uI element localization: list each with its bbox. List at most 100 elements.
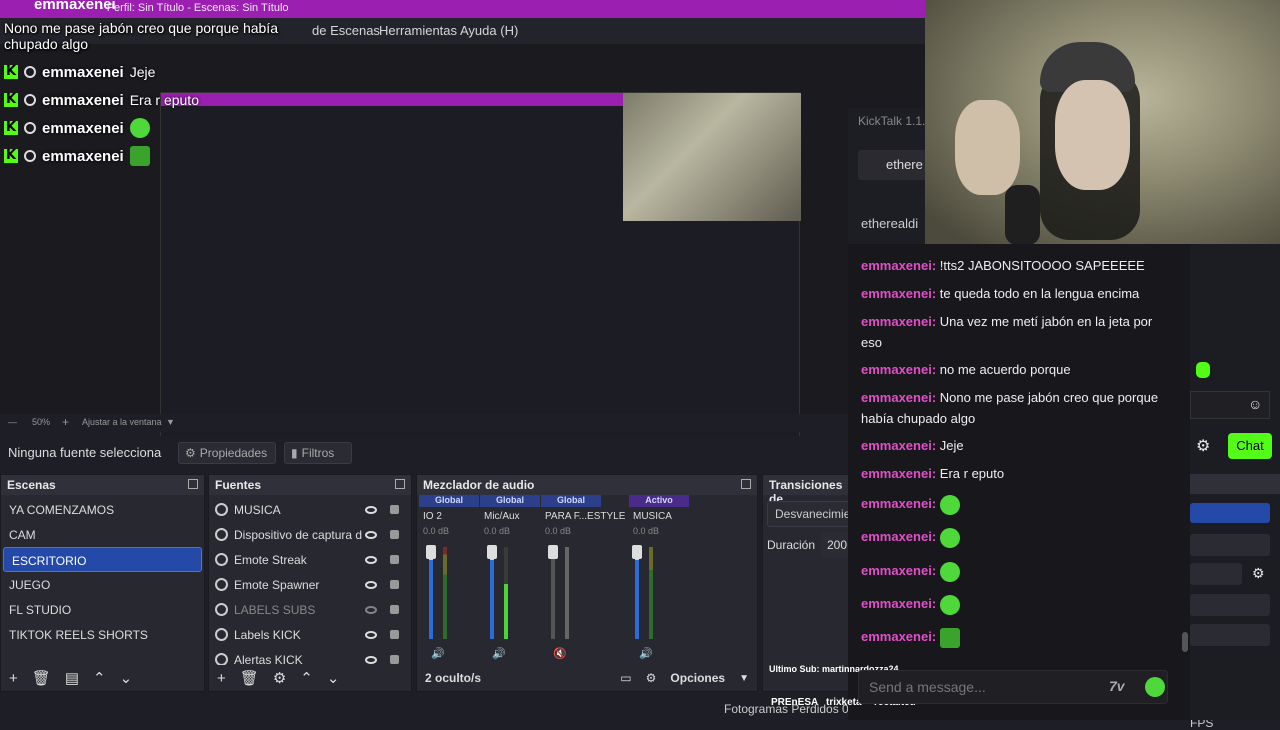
chat-username[interactable]: emmaxenei:: [861, 529, 936, 544]
up-arrow-icon[interactable]: ⌃: [93, 669, 106, 687]
gear-icon[interactable]: ⚙: [1252, 565, 1265, 582]
chat-scrollbar[interactable]: [1182, 632, 1188, 652]
transition-select[interactable]: Desvanecimien: [767, 501, 857, 527]
eye-icon[interactable]: [365, 630, 377, 639]
chat-username[interactable]: emmaxenei:: [861, 563, 936, 578]
menu-scenes[interactable]: de Escenas: [312, 23, 380, 38]
down-arrow-icon[interactable]: ⌄: [327, 669, 340, 687]
overlay-chat-row: K emmaxenei Jeje: [4, 61, 155, 83]
source-item[interactable]: Dispositivo de captura d: [209, 522, 411, 547]
up-arrow-icon[interactable]: ⌃: [300, 669, 313, 687]
chat-message: emmaxenei: Era r eputo: [861, 463, 1171, 484]
kick-icon: K: [4, 148, 18, 163]
smiley-icon[interactable]: ☺: [1248, 396, 1262, 412]
kicktalk-window: KickTalk 1.1. ethere etherealdi: [848, 108, 928, 244]
zoom-fit[interactable]: Ajustar a la ventana: [82, 417, 162, 427]
chat-text: !tts2 JABONSITOOOO SAPEEEEE: [939, 258, 1145, 273]
channel-name[interactable]: PARA F...ESTYLE: [541, 511, 625, 522]
chat-username[interactable]: emmaxenei:: [861, 258, 936, 273]
emote-picker-icon[interactable]: [1145, 677, 1165, 697]
source-item[interactable]: Emote Streak: [209, 547, 411, 572]
properties-button[interactable]: ⚙ Propiedades: [178, 442, 276, 464]
volume-fader[interactable]: [487, 545, 497, 559]
gear-icon[interactable]: ⚙: [646, 671, 657, 685]
source-item[interactable]: MUSICA: [209, 497, 411, 522]
channel-db: 0.0 dB: [423, 526, 450, 536]
chevron-down-icon[interactable]: ▼: [739, 673, 749, 684]
row: [1190, 624, 1270, 646]
trash-icon[interactable]: 🗑: [240, 669, 259, 687]
chat-button[interactable]: Chat: [1228, 433, 1272, 459]
scene-item[interactable]: CAM: [1, 522, 204, 547]
filter-icon[interactable]: ▤: [65, 669, 79, 687]
channel-name[interactable]: IO 2: [419, 511, 479, 522]
chat-input[interactable]: Send a message... 7v: [858, 670, 1168, 704]
scene-item[interactable]: JUEGO: [1, 572, 204, 597]
eye-hidden-icon[interactable]: [365, 605, 377, 614]
layout-icon[interactable]: ▭: [620, 671, 631, 685]
options-button[interactable]: Opciones: [670, 671, 725, 685]
lock-icon[interactable]: [390, 630, 399, 639]
chat-username[interactable]: emmaxenei:: [861, 362, 936, 377]
minus-icon[interactable]: —: [8, 417, 17, 427]
chat-message: emmaxenei: Una vez me metí jabón en la j…: [861, 311, 1171, 353]
channel-name[interactable]: Mic/Aux: [480, 511, 540, 522]
muted-speaker-icon[interactable]: 🔇: [553, 647, 567, 660]
chat-username[interactable]: emmaxenei:: [861, 438, 936, 453]
eye-icon[interactable]: [365, 580, 377, 589]
speaker-icon[interactable]: 🔊: [431, 647, 445, 660]
gear-icon[interactable]: ⚙: [1196, 436, 1210, 456]
user-icon: [24, 122, 36, 134]
undock-icon[interactable]: [741, 479, 751, 489]
filters-button[interactable]: ▮ Filtros: [284, 442, 352, 464]
undock-icon[interactable]: [395, 479, 405, 489]
scene-item-selected[interactable]: ESCRITORIO: [3, 547, 202, 572]
channel-name[interactable]: MUSICA: [629, 511, 689, 522]
gear-icon[interactable]: ⚙: [273, 669, 286, 687]
window-title: - Perfil: Sin Título - Escenas: Sin Títu…: [100, 2, 289, 14]
lock-icon[interactable]: [390, 655, 399, 664]
speaker-icon[interactable]: 🔊: [492, 647, 506, 660]
lock-icon[interactable]: [390, 505, 399, 514]
source-item[interactable]: Emote Spawner: [209, 572, 411, 597]
chat-text: no me acuerdo porque: [939, 362, 1071, 377]
menu-help[interactable]: Ayuda (H): [460, 23, 518, 38]
channel-tab[interactable]: ethere: [858, 150, 928, 180]
add-icon[interactable]: +: [217, 670, 226, 687]
scene-item[interactable]: YA COMENZAMOS: [1, 497, 204, 522]
chat-username[interactable]: emmaxenei:: [861, 286, 936, 301]
volume-fader[interactable]: [632, 545, 642, 559]
chat-username[interactable]: emmaxenei:: [861, 390, 936, 405]
menu-tools[interactable]: Herramientas: [379, 23, 457, 38]
chevron-down-icon[interactable]: ▼: [166, 417, 175, 427]
chat-username[interactable]: emmaxenei:: [861, 629, 936, 644]
lock-icon[interactable]: [390, 580, 399, 589]
down-arrow-icon[interactable]: ⌄: [120, 669, 133, 687]
chat-username[interactable]: emmaxenei:: [861, 314, 936, 329]
chat-username[interactable]: emmaxenei:: [861, 466, 936, 481]
speaker-icon[interactable]: 🔊: [639, 647, 653, 660]
volume-fader[interactable]: [426, 545, 436, 559]
eye-icon[interactable]: [365, 505, 377, 514]
translate-icon[interactable]: 7v: [1109, 678, 1125, 694]
trash-icon[interactable]: 🗑: [32, 669, 51, 687]
plus-icon[interactable]: +: [62, 415, 69, 429]
lock-icon[interactable]: [390, 555, 399, 564]
lock-icon[interactable]: [390, 605, 399, 614]
scene-item[interactable]: FL STUDIO: [1, 597, 204, 622]
eye-icon[interactable]: [365, 555, 377, 564]
level-meter: [443, 547, 447, 639]
source-item[interactable]: LABELS SUBS: [209, 597, 411, 622]
eye-icon[interactable]: [365, 655, 377, 664]
chat-username[interactable]: emmaxenei:: [861, 596, 936, 611]
undock-icon[interactable]: [188, 479, 198, 489]
scene-item[interactable]: TIKTOK REELS SHORTS: [1, 622, 204, 647]
volume-fader[interactable]: [548, 545, 558, 559]
eye-icon[interactable]: [365, 530, 377, 539]
lock-icon[interactable]: [390, 530, 399, 539]
source-item[interactable]: Labels KICK: [209, 622, 411, 647]
channel-tag: Global: [541, 495, 601, 507]
channel-tag: Global: [480, 495, 540, 507]
add-icon[interactable]: +: [9, 670, 18, 687]
chat-username[interactable]: emmaxenei:: [861, 496, 936, 511]
